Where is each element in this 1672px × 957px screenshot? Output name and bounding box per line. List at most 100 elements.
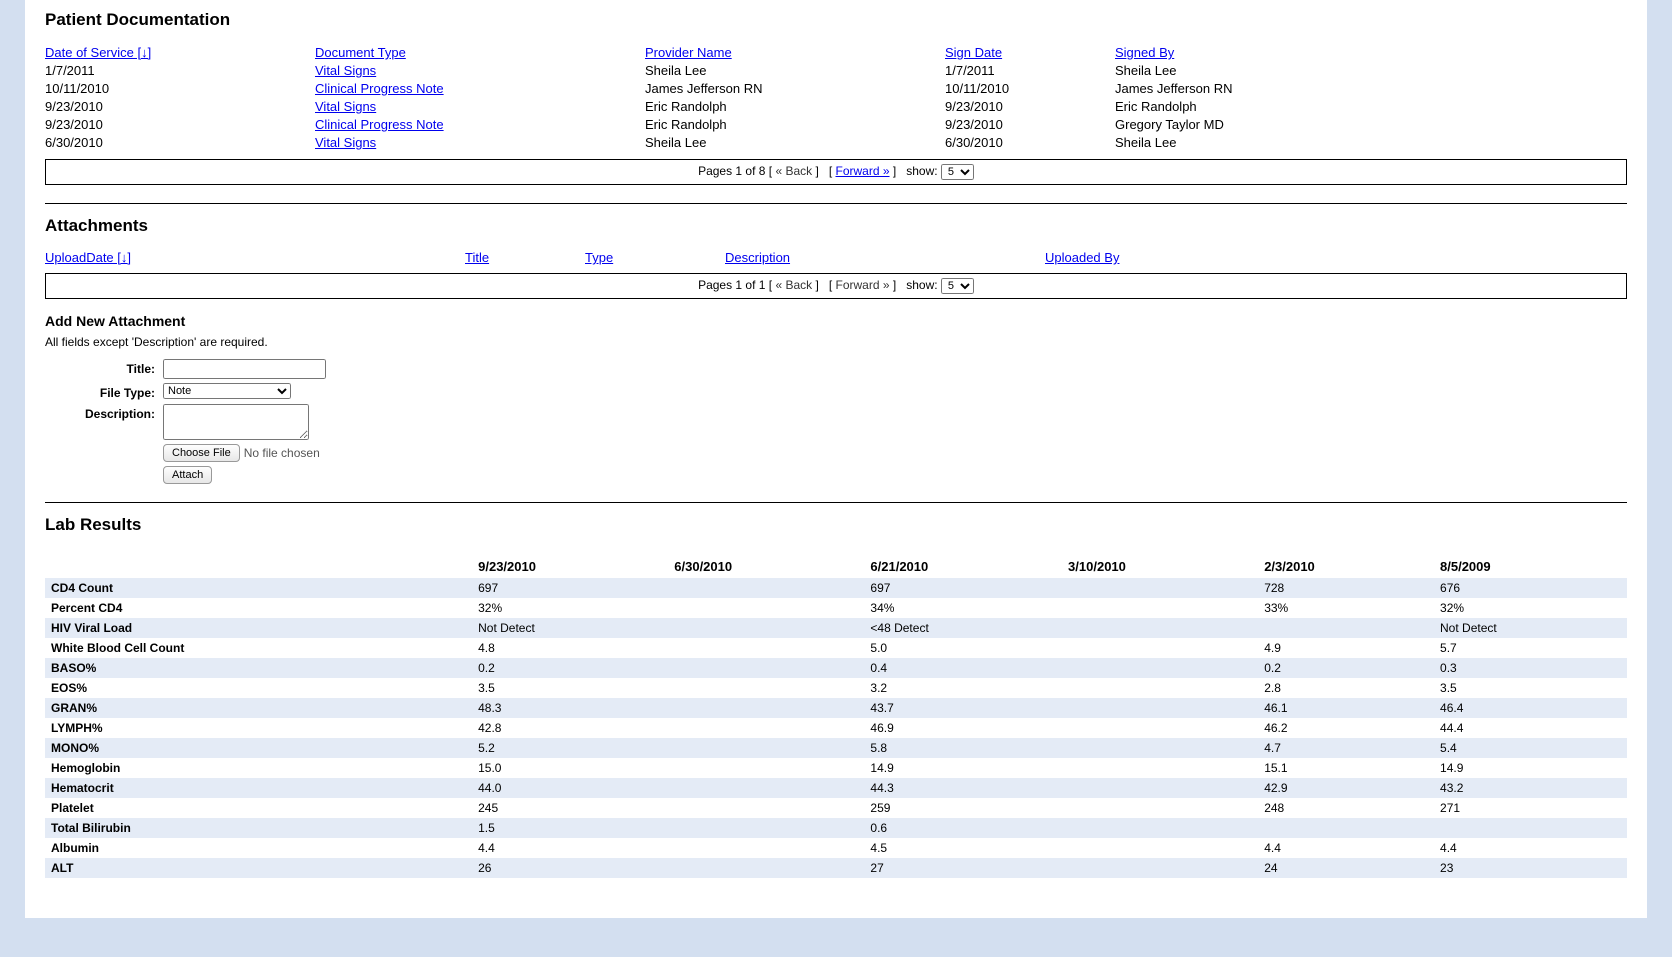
- lab-body: CD4 Count697697728676Percent CD432%34%33…: [45, 578, 1627, 878]
- table-cell-date: 9/23/2010: [45, 98, 315, 115]
- lab-value: 3.5: [472, 678, 668, 698]
- file-chosen-status: No file chosen: [244, 446, 320, 460]
- col-provider-name[interactable]: Provider Name: [645, 45, 732, 60]
- lab-row: Total Bilirubin1.50.6: [45, 818, 1627, 838]
- title-label: Title:: [45, 359, 163, 376]
- col-type[interactable]: Type: [585, 250, 613, 265]
- pager-show-select[interactable]: 5: [941, 164, 974, 180]
- col-document-type[interactable]: Document Type: [315, 45, 406, 60]
- lab-value: 32%: [1434, 598, 1627, 618]
- col-date-of-service[interactable]: Date of Service [↓]: [45, 45, 151, 60]
- table-cell-signed-by: Sheila Lee: [1115, 134, 1435, 151]
- lab-value: 23: [1434, 858, 1627, 878]
- col-upload-date[interactable]: UploadDate [↓]: [45, 250, 131, 265]
- table-cell-sign-date: 10/11/2010: [945, 80, 1115, 97]
- lab-value: 245: [472, 798, 668, 818]
- lab-results-table: 9/23/20106/30/20106/21/20103/10/20102/3/…: [45, 555, 1627, 878]
- lab-test-name: Platelet: [45, 798, 472, 818]
- lab-value: 46.4: [1434, 698, 1627, 718]
- lab-date-header: 6/21/2010: [864, 555, 1062, 578]
- lab-value: 1.5: [472, 818, 668, 838]
- lab-row: ALT26272423: [45, 858, 1627, 878]
- add-new-attachment-title: Add New Attachment: [45, 313, 1627, 329]
- lab-value: 44.3: [864, 778, 1062, 798]
- pager-info: Pages 1 of 1: [698, 278, 765, 292]
- pager-back: « Back: [775, 164, 812, 178]
- choose-file-button[interactable]: Choose File: [163, 444, 240, 462]
- lab-results-title: Lab Results: [45, 515, 1627, 535]
- table-cell-provider: Sheila Lee: [645, 62, 945, 79]
- lab-value: 42.8: [472, 718, 668, 738]
- lab-value: 4.9: [1258, 638, 1434, 658]
- lab-value: [668, 758, 864, 778]
- lab-row: Albumin4.44.54.44.4: [45, 838, 1627, 858]
- lab-value: 4.4: [472, 838, 668, 858]
- table-cell-provider: Eric Randolph: [645, 98, 945, 115]
- lab-value: 5.4: [1434, 738, 1627, 758]
- lab-value: 697: [864, 578, 1062, 598]
- col-title[interactable]: Title: [465, 250, 489, 265]
- pager-show-select[interactable]: 5: [941, 278, 974, 294]
- lab-value: [1062, 838, 1258, 858]
- lab-value: [1062, 678, 1258, 698]
- divider: [45, 203, 1627, 204]
- lab-value: [1062, 598, 1258, 618]
- doc-type-link[interactable]: Clinical Progress Note: [315, 117, 444, 132]
- lab-value: 32%: [472, 598, 668, 618]
- lab-test-name: White Blood Cell Count: [45, 638, 472, 658]
- table-cell-sign-date: 9/23/2010: [945, 98, 1115, 115]
- lab-value: [668, 798, 864, 818]
- pager-forward[interactable]: Forward »: [836, 164, 890, 178]
- doc-type-link[interactable]: Vital Signs: [315, 135, 376, 150]
- col-sign-date[interactable]: Sign Date: [945, 45, 1002, 60]
- description-input[interactable]: [163, 404, 309, 440]
- doc-type-link[interactable]: Clinical Progress Note: [315, 81, 444, 96]
- col-signed-by[interactable]: Signed By: [1115, 45, 1174, 60]
- lab-value: 14.9: [1434, 758, 1627, 778]
- pager-show-label: show:: [906, 164, 937, 178]
- lab-value: Not Detect: [1434, 618, 1627, 638]
- lab-test-name: HIV Viral Load: [45, 618, 472, 638]
- lab-test-name: LYMPH%: [45, 718, 472, 738]
- lab-value: [1434, 818, 1627, 838]
- lab-value: 42.9: [1258, 778, 1434, 798]
- lab-value: [1062, 618, 1258, 638]
- title-input[interactable]: [163, 359, 326, 379]
- doc-type-link[interactable]: Vital Signs: [315, 63, 376, 78]
- lab-test-name: Total Bilirubin: [45, 818, 472, 838]
- col-description[interactable]: Description: [725, 250, 790, 265]
- lab-value: [668, 818, 864, 838]
- table-cell-signed-by: Eric Randolph: [1115, 98, 1435, 115]
- doc-type-link[interactable]: Vital Signs: [315, 99, 376, 114]
- pager-forward: Forward »: [836, 278, 890, 292]
- table-cell-date: 9/23/2010: [45, 116, 315, 133]
- lab-header-row: 9/23/20106/30/20106/21/20103/10/20102/3/…: [45, 555, 1627, 578]
- lab-value: 0.4: [864, 658, 1062, 678]
- lab-value: 15.1: [1258, 758, 1434, 778]
- divider: [45, 502, 1627, 503]
- lab-row: Hemoglobin15.014.915.114.9: [45, 758, 1627, 778]
- file-type-label: File Type:: [45, 383, 163, 400]
- lab-date-header: 3/10/2010: [1062, 555, 1258, 578]
- lab-value: 3.2: [864, 678, 1062, 698]
- lab-value: 14.9: [864, 758, 1062, 778]
- lab-value: [1062, 638, 1258, 658]
- file-type-select[interactable]: Note: [163, 383, 291, 399]
- lab-value: [1062, 818, 1258, 838]
- table-cell-provider: James Jefferson RN: [645, 80, 945, 97]
- pager-show-label: show:: [906, 278, 937, 292]
- lab-value: [1062, 758, 1258, 778]
- lab-date-header: 9/23/2010: [472, 555, 668, 578]
- lab-test-name: GRAN%: [45, 698, 472, 718]
- lab-value: [1062, 798, 1258, 818]
- lab-value: 34%: [864, 598, 1062, 618]
- lab-value: [1258, 618, 1434, 638]
- lab-row: EOS%3.53.22.83.5: [45, 678, 1627, 698]
- lab-value: 26: [472, 858, 668, 878]
- attach-button[interactable]: Attach: [163, 466, 212, 484]
- col-uploaded-by[interactable]: Uploaded By: [1045, 250, 1119, 265]
- lab-value: [668, 618, 864, 638]
- lab-test-name: ALT: [45, 858, 472, 878]
- lab-value: 5.8: [864, 738, 1062, 758]
- lab-value: [668, 598, 864, 618]
